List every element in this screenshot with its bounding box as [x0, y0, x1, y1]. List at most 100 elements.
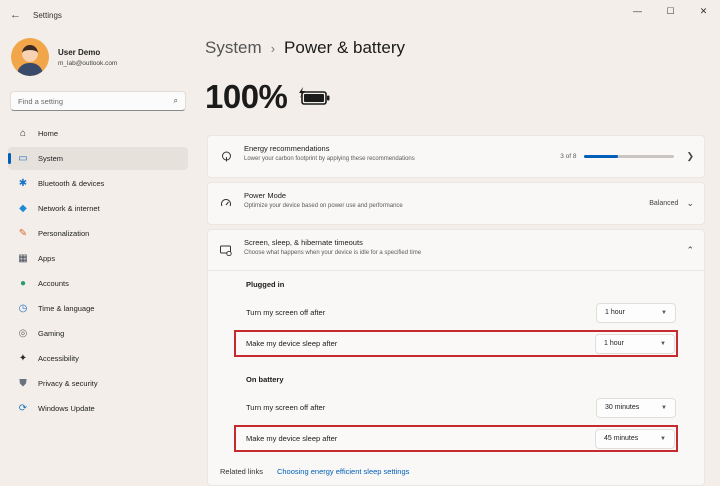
battery-charging-icon — [297, 87, 333, 107]
dropdown-value: 1 hour — [604, 340, 624, 347]
minimize-button[interactable]: — — [621, 0, 654, 22]
title-bar: ← Settings — ☐ ✕ — [0, 0, 720, 32]
energy-sleep-settings-link[interactable]: Choosing energy efficient sleep settings — [277, 467, 409, 476]
dropdown-value: 45 minutes — [604, 435, 639, 442]
sidebar-item-time-language[interactable]: ◷ Time & language — [8, 297, 188, 320]
chevron-right-icon: ❯ — [686, 151, 694, 161]
chevron-down-icon: ▼ — [661, 309, 667, 316]
breadcrumb-separator: › — [270, 40, 276, 56]
close-button[interactable]: ✕ — [687, 0, 720, 22]
sidebar-item-label: Bluetooth & devices — [38, 179, 105, 188]
related-links: Related links Choosing energy efficient … — [220, 467, 409, 476]
energy-progress-bar — [584, 155, 675, 158]
sidebar-item-accessibility[interactable]: ✦ Accessibility — [8, 347, 188, 370]
plugged-screen-off-row: Turn my screen off after 1 hour ▼ — [236, 301, 676, 324]
battery-sleep-dropdown[interactable]: 45 minutes ▼ — [595, 428, 675, 449]
energy-recommendations-card[interactable]: Energy recommendations Lower your carbon… — [207, 135, 705, 178]
power-mode-value: Balanced — [649, 200, 679, 207]
sidebar-item-accounts[interactable]: ● Accounts — [8, 272, 188, 295]
sidebar-item-home[interactable]: ⌂ Home — [8, 122, 188, 145]
energy-progress-text: 3 of 8 — [560, 153, 577, 160]
shield-icon: ⛊ — [19, 377, 27, 389]
energy-title: Energy recommendations — [244, 144, 330, 153]
setting-label: Make my device sleep after — [246, 339, 338, 348]
sidebar-item-label: Accessibility — [38, 354, 79, 363]
app-title: Settings — [33, 11, 62, 20]
page-title: Power & battery — [284, 38, 405, 57]
dropdown-value: 1 hour — [605, 309, 625, 316]
timeouts-title: Screen, sleep, & hibernate timeouts — [244, 238, 363, 247]
breadcrumb-parent[interactable]: System — [205, 38, 262, 58]
battery-screen-off-dropdown[interactable]: 30 minutes ▼ — [596, 397, 676, 418]
search-box[interactable]: ⌕ — [10, 91, 186, 111]
energy-progress-fill — [584, 155, 619, 158]
sidebar-item-privacy[interactable]: ⛊ Privacy & security — [8, 372, 188, 395]
sidebar-item-label: Windows Update — [38, 404, 95, 413]
sidebar-item-label: Home — [38, 129, 59, 138]
sidebar-item-windows-update[interactable]: ⟳ Windows Update — [8, 397, 188, 420]
chevron-down-icon: ▼ — [660, 340, 666, 347]
timeouts-description: Choose what happens when your device is … — [244, 250, 422, 256]
search-icon[interactable]: ⌕ — [174, 96, 178, 106]
battery-screen-off-row: Turn my screen off after 30 minutes ▼ — [236, 396, 676, 419]
display-icon: ▭ — [18, 152, 28, 164]
battery-status: 100% — [205, 78, 333, 116]
plugged-sleep-row: Make my device sleep after 1 hour ▼ — [234, 330, 678, 357]
timeouts-card: Screen, sleep, & hibernate timeouts Choo… — [207, 229, 705, 486]
home-icon: ⌂ — [19, 127, 27, 139]
battery-sleep-row: Make my device sleep after 45 minutes ▼ — [234, 425, 678, 452]
power-mode-select[interactable]: Balanced ⌄ — [649, 183, 694, 224]
breadcrumb: System › Power & battery — [205, 38, 405, 58]
leaf-icon — [220, 151, 232, 163]
plugged-sleep-dropdown[interactable]: 1 hour ▼ — [595, 333, 675, 354]
setting-label: Turn my screen off after — [246, 308, 326, 317]
sidebar-item-personalization[interactable]: ✎ Personalization — [8, 222, 188, 245]
sidebar-item-network[interactable]: ◆ Network & internet — [8, 197, 188, 220]
chevron-down-icon: ▼ — [660, 435, 666, 442]
power-mode-card: Power Mode Optimize your device based on… — [207, 182, 705, 225]
screen-sleep-icon — [220, 244, 232, 256]
plugged-in-heading: Plugged in — [246, 280, 285, 289]
sidebar-item-label: Gaming — [38, 329, 65, 338]
plugged-screen-off-dropdown[interactable]: 1 hour ▼ — [596, 302, 676, 323]
bluetooth-icon: ✱ — [18, 177, 28, 189]
chevron-up-icon: ⌃ — [686, 245, 694, 255]
sidebar-item-label: Time & language — [38, 304, 95, 313]
energy-description: Lower your carbon footprint by applying … — [244, 156, 415, 162]
chevron-down-icon: ▼ — [661, 404, 667, 411]
sidebar-nav: ⌂ Home ▭ System ✱ Bluetooth & devices ◆ … — [8, 122, 188, 422]
maximize-button[interactable]: ☐ — [654, 0, 687, 22]
setting-label: Make my device sleep after — [246, 434, 338, 443]
battery-percentage: 100% — [205, 78, 288, 115]
sidebar: User Demo m_lab@outlook.com ⌕ ⌂ Home ▭ S… — [0, 32, 196, 486]
sidebar-item-label: Network & internet — [38, 204, 100, 213]
globe-clock-icon: ◷ — [18, 302, 28, 314]
timeouts-header[interactable]: Screen, sleep, & hibernate timeouts Choo… — [208, 230, 704, 271]
wifi-icon: ◆ — [19, 202, 27, 214]
sidebar-item-apps[interactable]: ▦ Apps — [8, 247, 188, 270]
user-email: m_lab@outlook.com — [58, 59, 118, 67]
back-arrow-icon[interactable]: ← — [10, 9, 21, 21]
dropdown-value: 30 minutes — [605, 404, 640, 411]
accessibility-icon: ✦ — [18, 352, 28, 364]
user-name: User Demo — [58, 47, 101, 57]
sidebar-item-system[interactable]: ▭ System — [8, 147, 188, 170]
power-mode-description: Optimize your device based on power use … — [244, 203, 403, 209]
power-mode-icon — [220, 198, 232, 210]
sidebar-item-gaming[interactable]: ◎ Gaming — [8, 322, 188, 345]
chevron-down-icon: ⌄ — [686, 198, 694, 208]
sidebar-item-label: Apps — [38, 254, 56, 263]
user-profile[interactable]: User Demo m_lab@outlook.com — [11, 38, 117, 76]
power-mode-title: Power Mode — [244, 191, 287, 200]
window-controls: — ☐ ✕ — [621, 0, 720, 22]
sidebar-item-label: Privacy & security — [38, 379, 98, 388]
avatar — [11, 38, 49, 76]
search-input[interactable] — [18, 96, 174, 106]
sidebar-item-label: Personalization — [38, 229, 90, 238]
sidebar-item-label: System — [38, 154, 64, 163]
person-icon: ● — [19, 277, 27, 289]
setting-label: Turn my screen off after — [246, 403, 326, 412]
apps-icon: ▦ — [18, 252, 28, 264]
update-icon: ⟳ — [18, 402, 28, 414]
sidebar-item-bluetooth[interactable]: ✱ Bluetooth & devices — [8, 172, 188, 195]
